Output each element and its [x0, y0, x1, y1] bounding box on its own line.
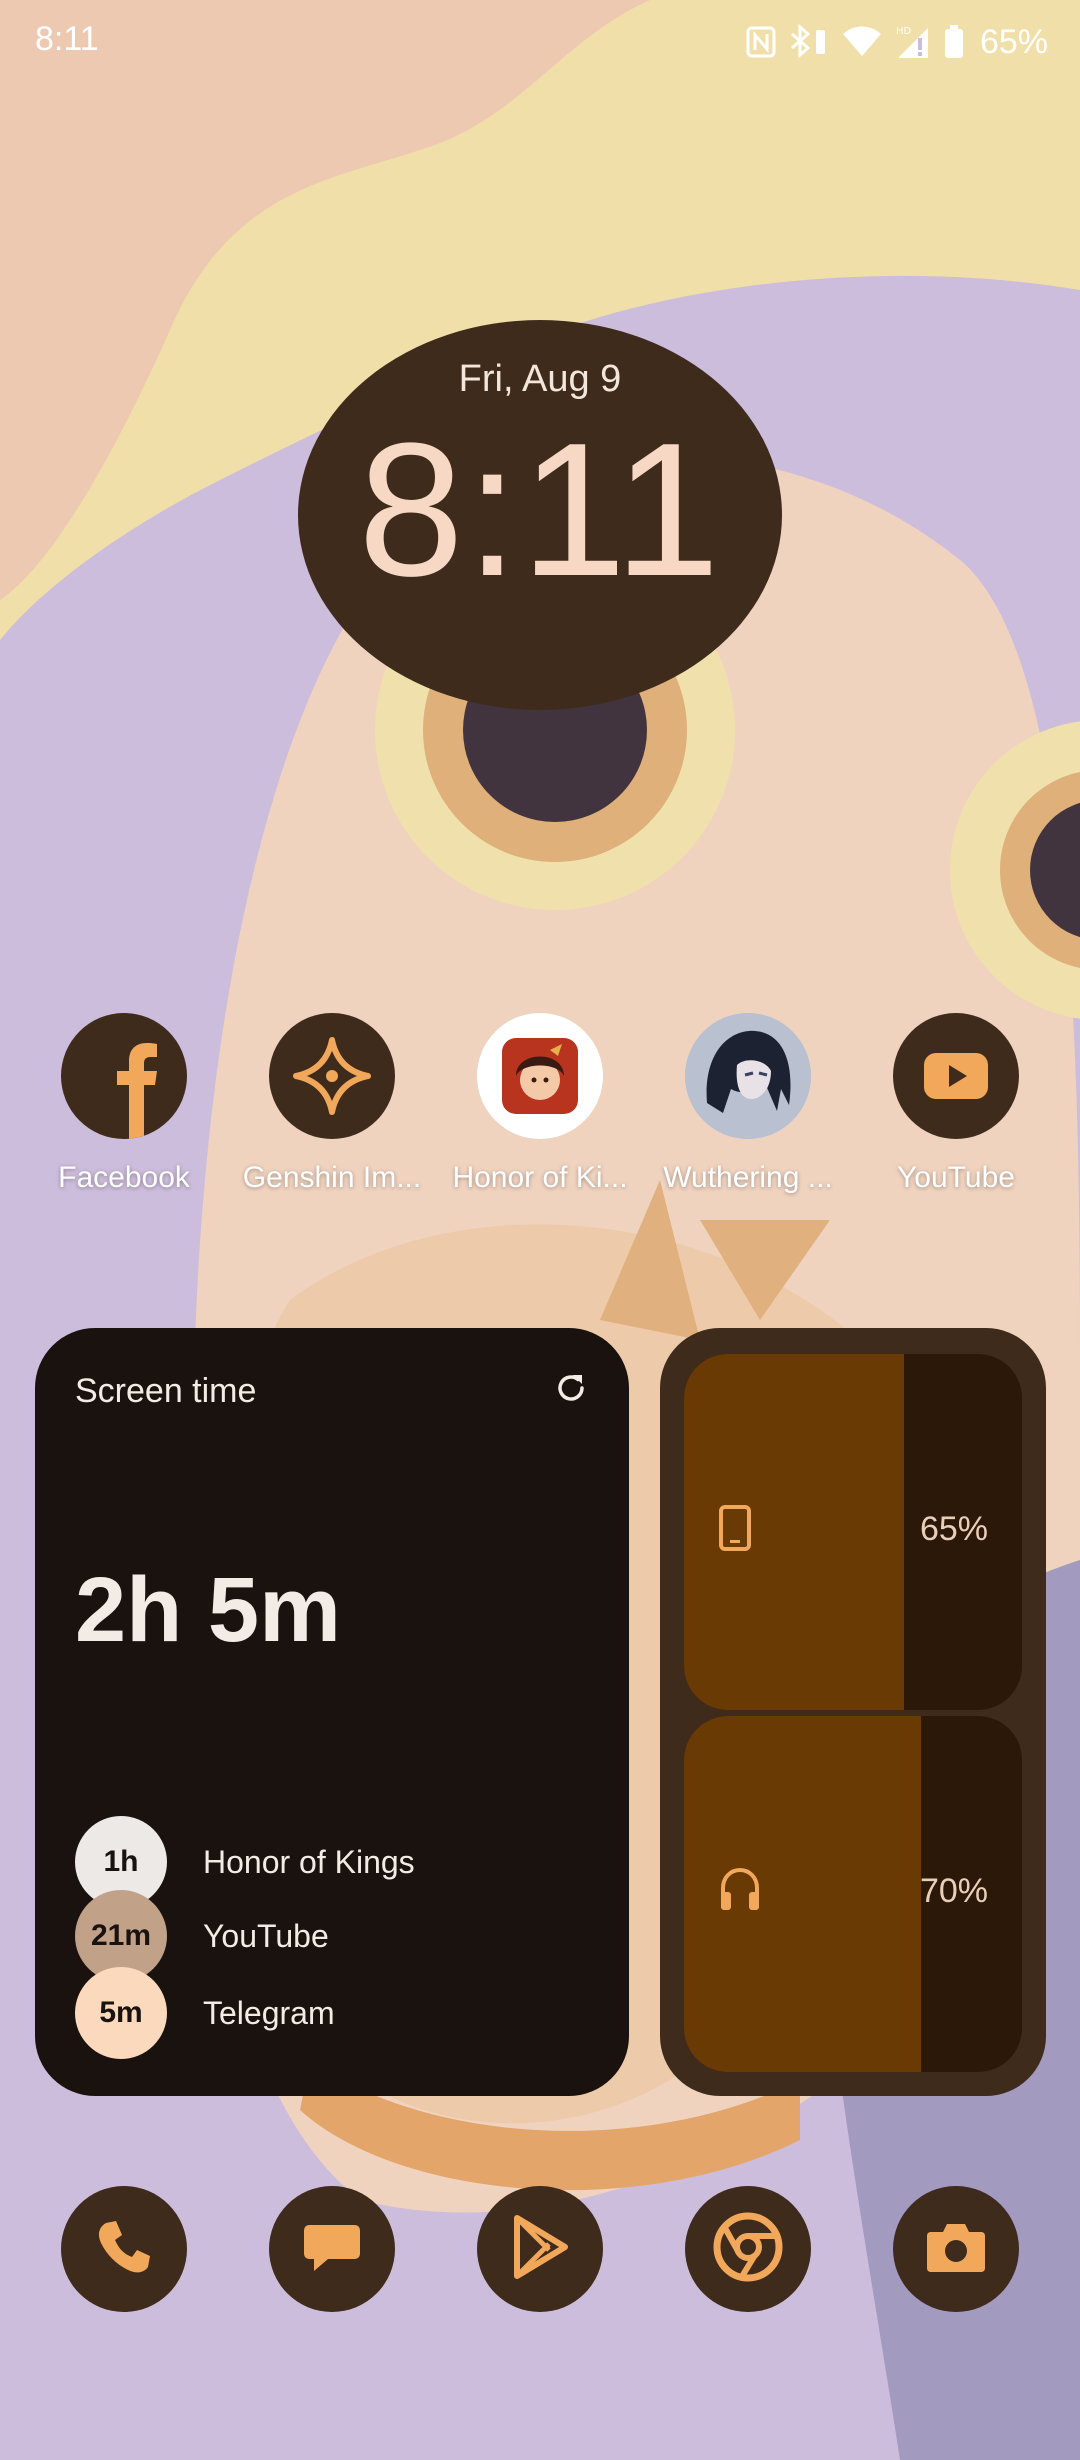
status-bar-icons: HD 65% [746, 18, 1048, 66]
status-bar: 8:11 HD 65% [0, 0, 1080, 88]
youtube-icon [893, 1013, 1019, 1139]
refresh-icon[interactable] [553, 1370, 589, 1411]
clock-date: Fri, Aug 9 [458, 358, 622, 400]
headphones-battery-tile[interactable]: 70% [684, 1716, 1022, 2072]
screen-time-title: Screen time [75, 1372, 257, 1410]
battery-percentage: 70% [919, 1872, 988, 1910]
bluetooth-battery-icon [788, 24, 830, 60]
hd-signal-icon: HD [894, 24, 932, 60]
screen-time-total: 2h 5m [75, 1559, 341, 1661]
app-label: YouTube [897, 1161, 1015, 1194]
app-name: Honor of Kings [203, 1843, 415, 1880]
wifi-icon [842, 26, 882, 58]
screen-time-widget[interactable]: Screen time 2h 5m 1h Honor of Kings 21m … [35, 1328, 629, 2096]
clock-time: 8:11 [358, 404, 722, 616]
dock-chrome-button[interactable] [685, 2186, 811, 2312]
chrome-icon [713, 2212, 783, 2287]
dock-play-store-button[interactable] [477, 2186, 603, 2312]
battery-widget[interactable]: 65% 70% [660, 1328, 1046, 2096]
status-bar-time: 8:11 [35, 20, 99, 58]
battery-percentage: 65% [979, 22, 1048, 61]
svg-text:HD: HD [896, 26, 912, 37]
app-name: Telegram [203, 1994, 335, 2031]
dock-messages-button[interactable] [269, 2186, 395, 2312]
phone-icon [94, 2217, 154, 2282]
app-label: Facebook [58, 1161, 190, 1194]
camera-icon [925, 2220, 987, 2279]
clock-widget[interactable]: Fri, Aug 9 8:11 [298, 320, 782, 710]
messages-icon [300, 2217, 364, 2282]
facebook-icon [61, 1013, 187, 1139]
duration-badge: 5m [75, 1967, 167, 2059]
app-youtube[interactable]: YouTube [856, 1013, 1056, 1195]
app-genshin-impact[interactable]: Genshin Im... [232, 1013, 432, 1195]
app-label: Genshin Im... [242, 1161, 422, 1194]
battery-level-fill [684, 1354, 904, 1710]
app-label: Wuthering ... [663, 1161, 833, 1194]
app-name: YouTube [203, 1917, 329, 1954]
wuthering-waves-icon [685, 1013, 811, 1139]
battery-percentage: 65% [919, 1510, 988, 1548]
screen-time-entry[interactable]: 5m Telegram [75, 1967, 335, 2059]
battery-icon [944, 25, 964, 59]
phone-battery-tile[interactable]: 65% [684, 1354, 1022, 1710]
app-label: Honor of Ki... [452, 1161, 628, 1194]
app-facebook[interactable]: Facebook [24, 1013, 224, 1195]
dock-phone-button[interactable] [61, 2186, 187, 2312]
dock-camera-button[interactable] [893, 2186, 1019, 2312]
app-wuthering-waves[interactable]: Wuthering ... [648, 1013, 848, 1195]
honor-of-kings-icon [477, 1013, 603, 1139]
headphones-icon [718, 1866, 762, 1917]
nfc-icon [746, 26, 776, 58]
genshin-impact-icon [269, 1013, 395, 1139]
play-store-icon [509, 2214, 571, 2285]
phone-icon [718, 1504, 752, 1557]
screen-time-entry[interactable]: 21m YouTube [75, 1890, 329, 1982]
app-honor-of-kings[interactable]: Honor of Ki... [440, 1013, 640, 1195]
